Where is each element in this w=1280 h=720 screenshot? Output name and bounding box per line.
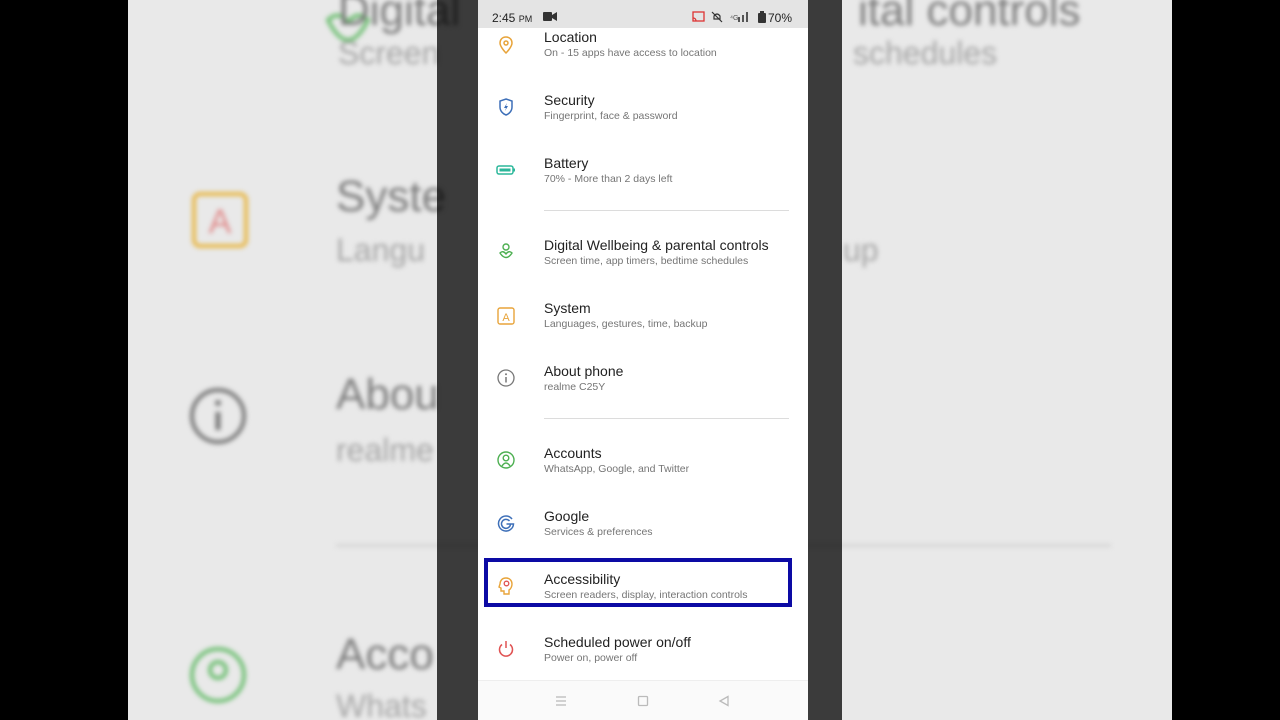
video-record-icon (543, 12, 557, 21)
svg-text:⁴G: ⁴G (730, 15, 738, 22)
svg-text:A: A (502, 312, 510, 324)
battery-icon (496, 165, 515, 175)
system-icon: A (497, 307, 515, 325)
accessibility-highlight-box (484, 558, 792, 607)
svg-text:A: A (209, 203, 232, 241)
bg-row2-title: Syste (336, 172, 447, 221)
settings-item-title: Battery (544, 155, 589, 171)
info-icon (190, 388, 246, 444)
settings-item-subtitle: WhatsApp, Google, and Twitter (544, 463, 690, 475)
shield-icon (499, 98, 513, 116)
battery-percent: 70% (767, 11, 792, 25)
settings-item-title: Scheduled power on/off (544, 634, 691, 650)
settings-item-system[interactable]: A System Languages, gestures, time, back… (478, 300, 808, 356)
status-ampm: PM (518, 14, 533, 24)
info-icon (497, 369, 515, 387)
menu-icon[interactable] (555, 695, 567, 707)
settings-item-subtitle: Fingerprint, face & password (544, 110, 678, 122)
mute-icon (711, 11, 723, 23)
settings-item-title: Digital Wellbeing & parental controls (544, 237, 769, 253)
status-clock: 2:45 (492, 11, 516, 25)
settings-item-accounts[interactable]: Accounts WhatsApp, Google, and Twitter (478, 445, 808, 501)
accounts-icon (497, 451, 515, 469)
settings-item-google[interactable]: Google Services & preferences (478, 508, 808, 564)
battery-status-icon (758, 11, 766, 23)
location-icon (499, 36, 513, 55)
power-icon (498, 641, 514, 657)
settings-item-battery[interactable]: Battery 70% - More than 2 days left (478, 155, 808, 211)
home-icon[interactable] (637, 695, 649, 707)
phone-screen: 2:45 PM ⁴G 70% Location On - 15 apps hav… (478, 0, 808, 720)
bg-row4-sub: Whats (336, 688, 427, 720)
settings-item-subtitle: Languages, gestures, time, backup (544, 318, 708, 330)
navigation-bar (478, 680, 808, 720)
bg-row1-title-right: ital controls (858, 0, 1081, 35)
background-dim-left (437, 0, 478, 720)
settings-item-title: Security (544, 92, 595, 108)
settings-item-about-phone[interactable]: About phone realme C25Y (478, 363, 808, 419)
settings-item-subtitle: realme C25Y (544, 381, 606, 393)
bg-row1-sub: Screen (338, 35, 440, 71)
bg-row3-sub: realme (336, 432, 434, 468)
bg-row3-title: Abou (336, 370, 439, 419)
settings-item-title: Google (544, 508, 590, 524)
signal-icon: ⁴G (730, 12, 748, 22)
settings-item-subtitle: 70% - More than 2 days left (544, 173, 673, 185)
settings-item-subtitle: On - 15 apps have access to location (544, 47, 717, 59)
wellbeing-icon (499, 243, 513, 259)
settings-item-digital-wellbeing[interactable]: Digital Wellbeing & parental controls Sc… (478, 237, 808, 293)
bg-row4-title: Acco (336, 630, 434, 679)
section-divider (544, 210, 789, 211)
section-divider (544, 418, 789, 419)
settings-item-title: Accounts (544, 445, 602, 461)
settings-item-subtitle: Services & preferences (544, 526, 653, 538)
bg-row1-sub-right: schedules (853, 35, 998, 71)
settings-item-security[interactable]: Security Fingerprint, face & password (478, 92, 808, 148)
bg-row2-sub: Langu (336, 232, 425, 268)
background-dim-right (808, 0, 842, 720)
settings-item-location[interactable]: Location On - 15 apps have access to loc… (478, 29, 808, 85)
settings-item-title: System (544, 300, 591, 316)
settings-item-title: Location (544, 29, 597, 45)
back-icon[interactable] (718, 695, 730, 707)
status-bar: 2:45 PM ⁴G 70% (478, 0, 808, 28)
settings-item-subtitle: Power on, power off (544, 652, 638, 664)
cast-icon (692, 11, 705, 22)
accounts-icon (190, 647, 246, 703)
settings-item-title: About phone (544, 363, 624, 379)
google-icon (497, 515, 515, 532)
system-icon: A (192, 192, 248, 248)
status-time: 2:45 PM (492, 11, 532, 25)
bg-row2-sub-right: up (843, 232, 879, 268)
settings-item-subtitle: Screen time, app timers, bedtime schedul… (544, 255, 749, 267)
